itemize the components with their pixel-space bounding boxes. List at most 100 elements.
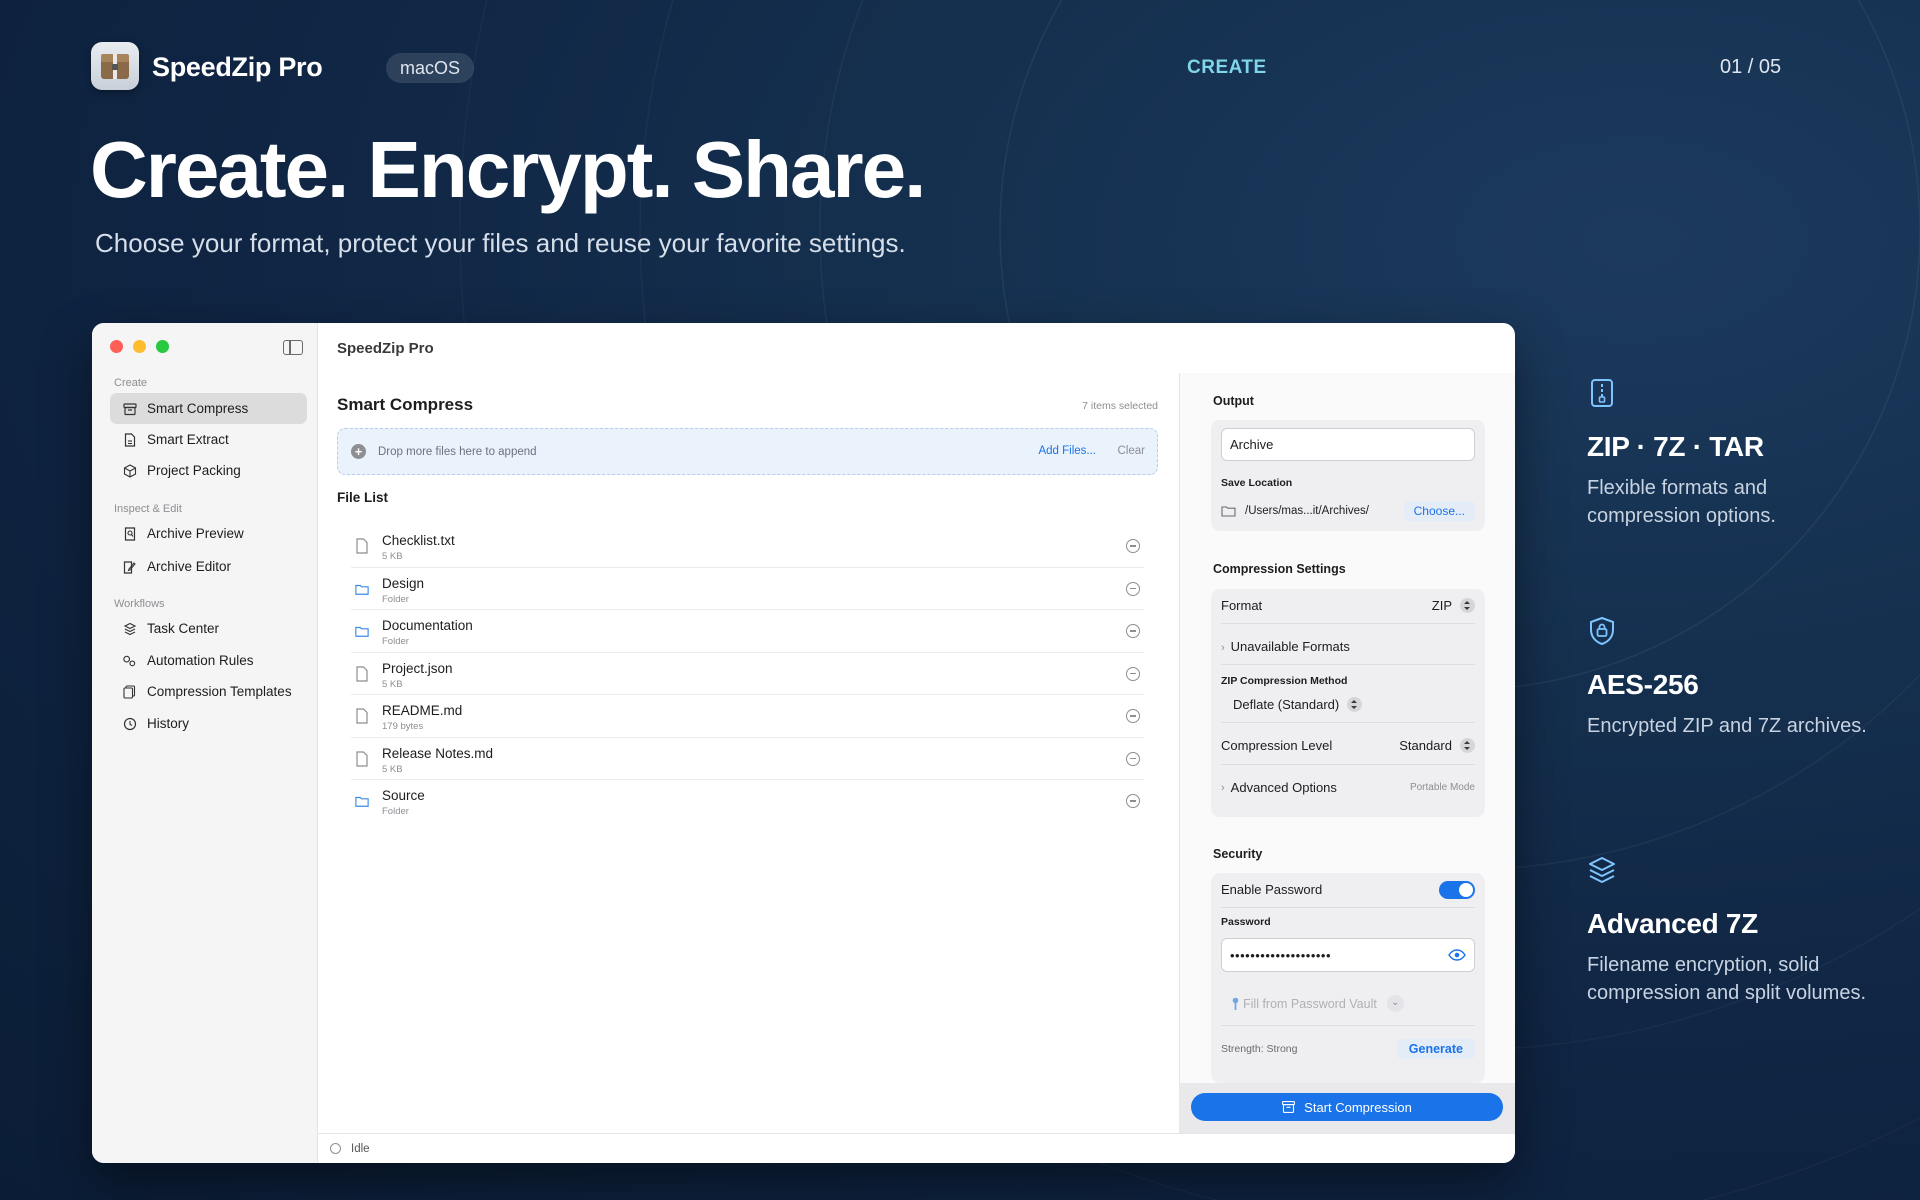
generate-button[interactable]: Generate bbox=[1396, 1039, 1475, 1059]
sidebar-item-archive-editor[interactable]: Archive Editor bbox=[110, 551, 307, 582]
eye-icon[interactable] bbox=[1448, 949, 1466, 961]
archive-name-field[interactable]: Archive bbox=[1221, 428, 1475, 461]
sidebar-item-smart-compress[interactable]: Smart Compress bbox=[110, 393, 307, 424]
window-title: SpeedZip Pro bbox=[337, 340, 434, 357]
remove-minus-icon[interactable] bbox=[1126, 794, 1140, 808]
chevron-right-icon: › bbox=[1221, 642, 1225, 654]
file-name: README.md bbox=[382, 703, 463, 718]
status-bar: Idle bbox=[318, 1133, 1515, 1163]
stack-icon bbox=[122, 621, 137, 636]
drop-zone-text: Drop more files here to append bbox=[378, 445, 537, 458]
file-name: Design bbox=[382, 575, 425, 591]
unavailable-formats-label: Unavailable Formats bbox=[1230, 639, 1350, 654]
status-check-icon bbox=[330, 1143, 341, 1154]
file-row[interactable]: Source Folder bbox=[351, 780, 1144, 823]
chevron-down-icon[interactable]: ⌄ bbox=[1386, 995, 1404, 1012]
sidebar-item-compression-templates[interactable]: Compression Templates bbox=[110, 676, 307, 707]
folder-icon bbox=[355, 796, 369, 807]
document-edit-icon bbox=[122, 559, 137, 574]
start-compression-button[interactable]: Start Compression bbox=[1191, 1093, 1503, 1121]
password-value: •••••••••••••••••••• bbox=[1230, 947, 1332, 963]
feature-formats: ZIP · 7Z · TAR Flexible formats and comp… bbox=[1587, 378, 1867, 530]
subheadline: Choose your format, protect your files a… bbox=[95, 228, 906, 258]
compression-card: Format ZIP › Unavailable Formats ZIP Comp… bbox=[1211, 589, 1485, 817]
sidebar-item-archive-preview[interactable]: Archive Preview bbox=[110, 518, 307, 549]
page-counter: 01 / 05 bbox=[1720, 56, 1782, 78]
document-search-icon bbox=[122, 526, 137, 541]
close-window-button[interactable] bbox=[110, 340, 123, 353]
remove-minus-icon[interactable] bbox=[1126, 709, 1140, 723]
sidebar-toggle-icon[interactable] bbox=[283, 340, 303, 355]
remove-minus-icon[interactable] bbox=[1126, 539, 1140, 553]
app-name: SpeedZip Pro bbox=[152, 52, 323, 82]
level-stepper-icon[interactable] bbox=[1460, 738, 1475, 753]
file-meta: 5 KB bbox=[382, 763, 403, 775]
sidebar-item-label: Archive Editor bbox=[147, 559, 232, 574]
page-title: Smart Compress bbox=[337, 395, 474, 414]
level-label: Compression Level bbox=[1221, 738, 1333, 753]
level-row[interactable]: Compression Level Standard bbox=[1221, 738, 1475, 753]
folder-icon bbox=[355, 584, 369, 595]
minimize-window-button[interactable] bbox=[133, 340, 146, 353]
sidebar-group-inspect: Inspect & Edit bbox=[114, 503, 182, 515]
file-meta: Folder bbox=[382, 636, 409, 647]
sidebar-item-automation-rules[interactable]: Automation Rules bbox=[110, 645, 307, 676]
sidebar: Create Smart Compress Smart Extract Proj… bbox=[92, 323, 318, 1163]
file-meta: 5 KB bbox=[382, 551, 403, 562]
unavailable-formats-row[interactable]: › Unavailable Formats bbox=[1221, 639, 1475, 654]
divider bbox=[1221, 623, 1475, 624]
sidebar-item-label: Task Center bbox=[147, 621, 220, 636]
format-stepper-icon[interactable] bbox=[1460, 598, 1475, 613]
save-path: /Users/mas...it/Archives/ bbox=[1245, 505, 1369, 517]
sidebar-item-project-packing[interactable]: Project Packing bbox=[110, 455, 307, 486]
method-value: Deflate (Standard) bbox=[1233, 697, 1340, 712]
divider bbox=[1221, 1025, 1475, 1026]
security-heading: Security bbox=[1213, 847, 1263, 861]
status-text: Idle bbox=[351, 1142, 370, 1155]
start-compression-label: Start Compression bbox=[1304, 1099, 1412, 1115]
key-icon bbox=[1232, 997, 1239, 1010]
advanced-options-row[interactable]: › Advanced Options Portable Mode bbox=[1221, 780, 1475, 795]
format-value: ZIP bbox=[1431, 598, 1452, 613]
clear-button[interactable]: Clear bbox=[1118, 445, 1145, 457]
remove-minus-icon[interactable] bbox=[1126, 581, 1140, 596]
method-row[interactable]: Deflate (Standard) bbox=[1221, 697, 1475, 712]
password-vault-row[interactable]: Fill from Password Vault ⌄ bbox=[1221, 995, 1475, 1012]
zoom-window-button[interactable] bbox=[156, 340, 169, 353]
clock-icon bbox=[122, 716, 137, 731]
shield-lock-icon bbox=[1590, 616, 1614, 646]
gears-icon bbox=[122, 653, 137, 668]
enable-password-toggle[interactable] bbox=[1439, 881, 1475, 899]
file-row[interactable]: Design Folder bbox=[351, 568, 1144, 610]
security-card: Enable Password Password •••••••••••••••… bbox=[1211, 873, 1485, 1083]
file-name: Source bbox=[382, 788, 425, 803]
feature-desc: Flexible formats and compression options… bbox=[1587, 477, 1776, 527]
file-row[interactable]: Checklist.txt 5 KB bbox=[351, 525, 1144, 568]
drop-zone[interactable]: + Drop more files here to append Add Fil… bbox=[337, 428, 1158, 475]
file-row[interactable]: README.md 179 bytes bbox=[351, 695, 1144, 738]
sidebar-item-history[interactable]: History bbox=[110, 708, 307, 739]
sidebar-item-task-center[interactable]: Task Center bbox=[110, 613, 307, 644]
save-location-label: Save Location bbox=[1221, 477, 1293, 489]
feature-advanced-7z: Advanced 7Z Filename encryption, solid c… bbox=[1587, 855, 1867, 1007]
inspector-panel: Output Archive Save Location /Users/mas.… bbox=[1179, 373, 1515, 1133]
enable-password-label: Enable Password bbox=[1221, 882, 1323, 897]
file-row[interactable]: Project.json 5 KB bbox=[351, 653, 1144, 695]
advanced-options-note: Portable Mode bbox=[1409, 782, 1475, 793]
file-row[interactable]: Documentation Folder bbox=[351, 610, 1144, 653]
sidebar-group-create: Create bbox=[114, 377, 148, 389]
sidebar-item-label: Compression Templates bbox=[147, 684, 292, 699]
remove-minus-icon[interactable] bbox=[1126, 666, 1140, 681]
method-stepper-icon[interactable] bbox=[1347, 697, 1363, 712]
format-label: Format bbox=[1221, 598, 1263, 613]
password-vault-label: Fill from Password Vault bbox=[1243, 996, 1377, 1011]
sidebar-item-smart-extract[interactable]: Smart Extract bbox=[110, 424, 307, 455]
file-row[interactable]: Release Notes.md 5 KB bbox=[351, 738, 1144, 780]
remove-minus-icon[interactable] bbox=[1126, 751, 1140, 766]
method-label: ZIP Compression Method bbox=[1221, 675, 1348, 687]
remove-minus-icon[interactable] bbox=[1126, 624, 1140, 638]
choose-button[interactable]: Choose... bbox=[1403, 501, 1475, 521]
format-row[interactable]: Format ZIP bbox=[1221, 598, 1475, 613]
add-files-button[interactable]: Add Files... bbox=[1038, 445, 1096, 457]
password-field[interactable]: •••••••••••••••••••• bbox=[1221, 938, 1475, 972]
